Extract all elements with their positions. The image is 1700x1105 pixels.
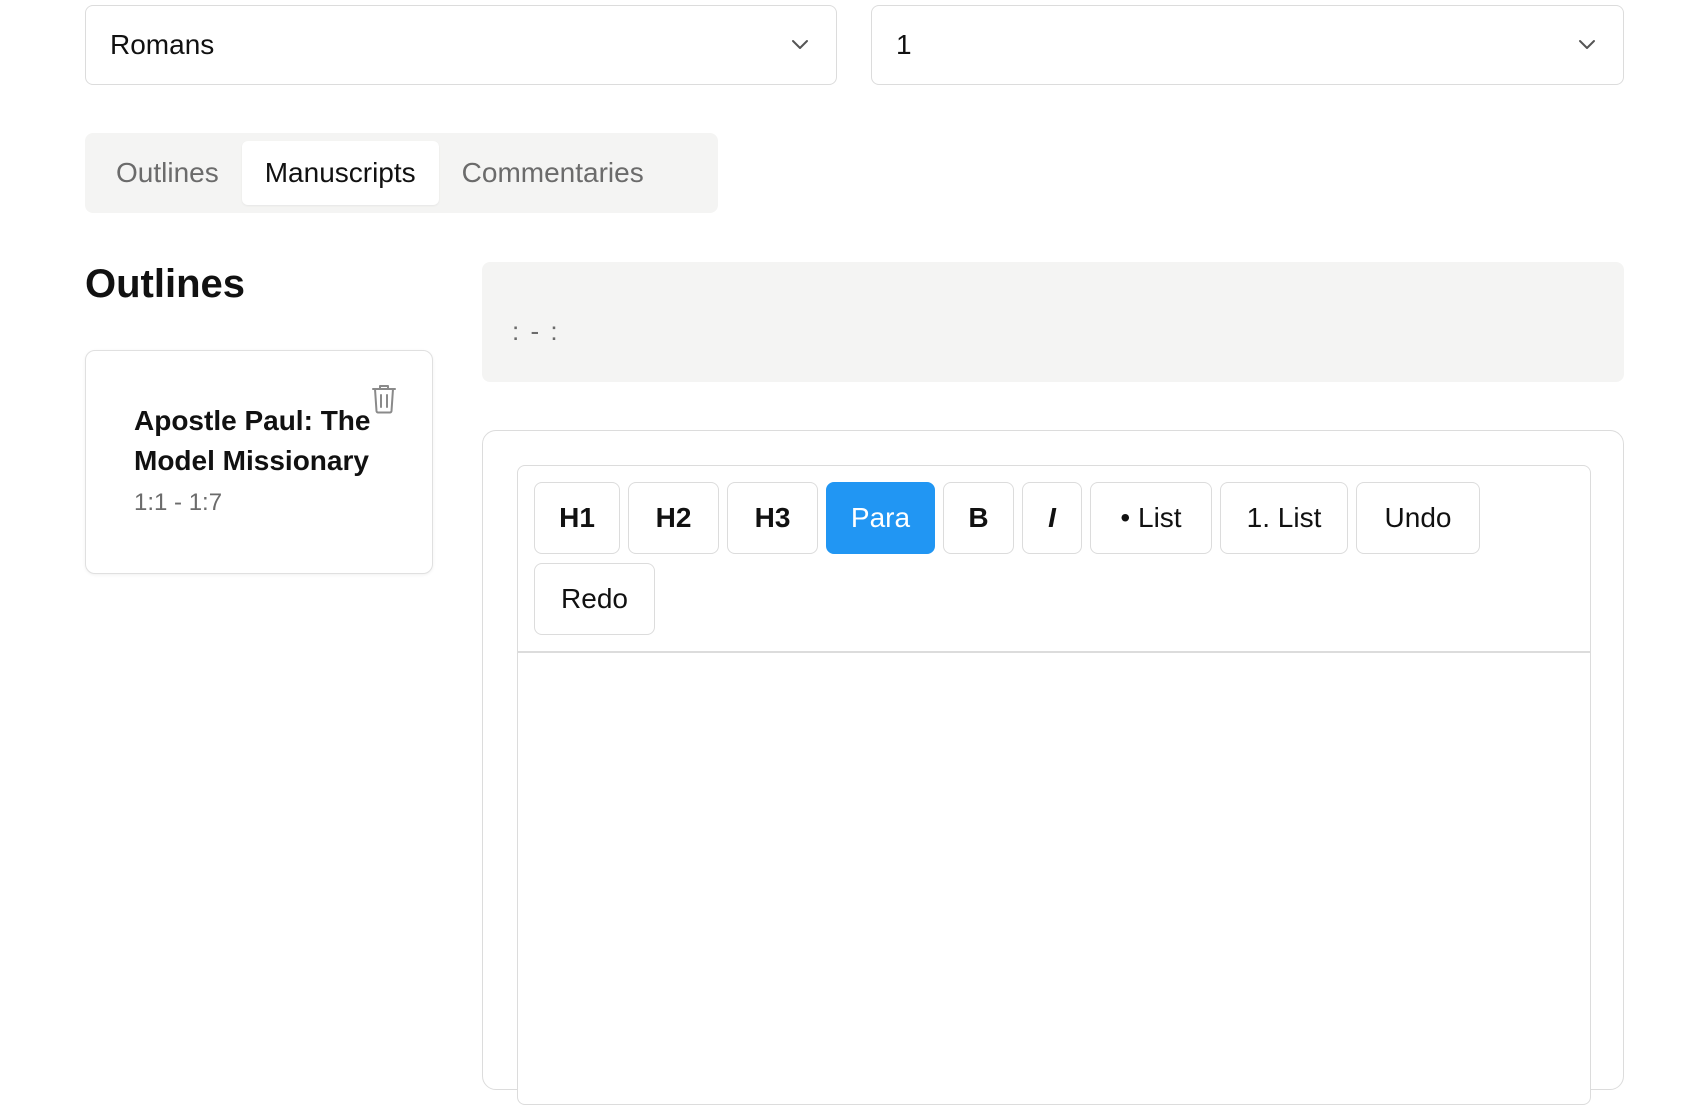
reference-bar: : - : [482,262,1624,382]
chevron-down-icon [1579,40,1595,49]
editor-content-area[interactable] [518,653,1590,1103]
book-select[interactable]: Romans [85,5,837,85]
bold-button[interactable]: B [943,482,1014,554]
h2-button[interactable]: H2 [628,482,719,554]
italic-button[interactable]: I [1022,482,1082,554]
numbered-list-button[interactable]: 1. List [1220,482,1348,554]
chapter-select[interactable]: 1 [871,5,1624,85]
tab-outlines[interactable]: Outlines [93,141,242,205]
tab-bar: Outlines Manuscripts Commentaries [85,133,718,213]
h1-button[interactable]: H1 [534,482,620,554]
undo-button[interactable]: Undo [1356,482,1480,554]
bullet-list-button[interactable]: • List [1090,482,1212,554]
reference-text: : - : [512,316,560,346]
outline-card[interactable]: Apostle Paul: The Model Missionary 1:1 -… [85,350,433,574]
redo-button[interactable]: Redo [534,563,655,635]
outlines-heading: Outlines [85,262,246,306]
book-select-value: Romans [110,29,215,60]
trash-icon[interactable] [370,384,398,414]
paragraph-button[interactable]: Para [826,482,935,554]
chapter-select-value: 1 [896,29,912,60]
tab-manuscripts[interactable]: Manuscripts [241,141,439,205]
chevron-down-icon [792,40,808,49]
outline-card-title: Apostle Paul: The Model Missionary [134,405,371,476]
h3-button[interactable]: H3 [727,482,818,554]
tab-commentaries[interactable]: Commentaries [439,141,667,205]
outline-card-range: 1:1 - 1:7 [134,489,223,516]
editor-panel: H1 H2 H3 Para B I • List 1. List Undo Re… [482,430,1624,1105]
rich-text-editor: H1 H2 H3 Para B I • List 1. List Undo Re… [517,465,1591,1105]
